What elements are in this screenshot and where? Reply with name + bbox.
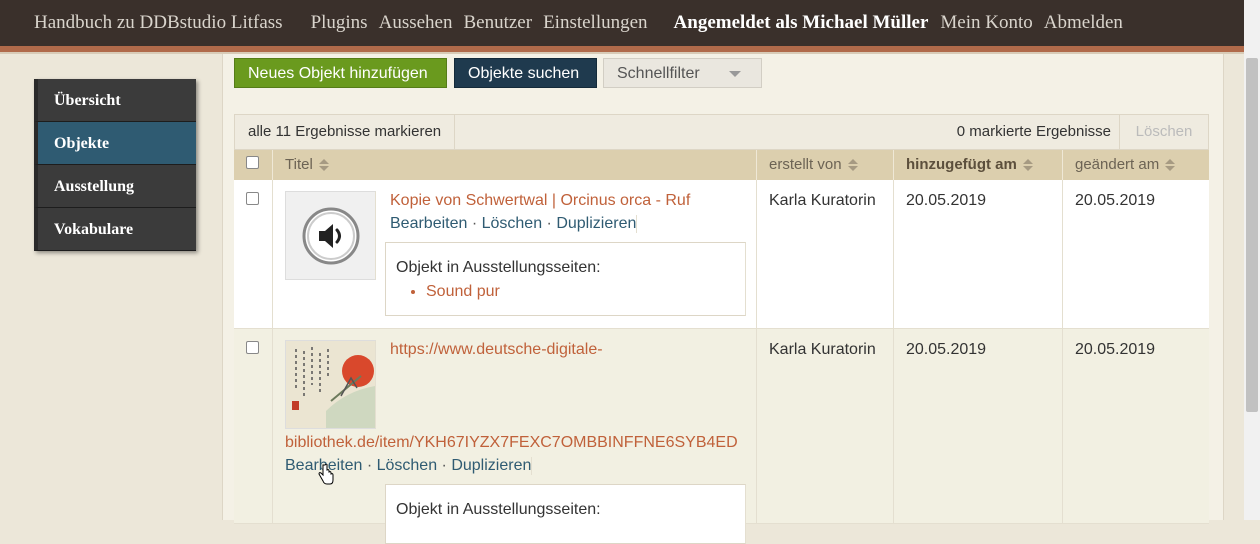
exhibit-pages-heading: Objekt in Ausstellungsseiten: (396, 501, 601, 518)
nav-settings[interactable]: Einstellungen (543, 12, 647, 34)
column-title[interactable]: Titel (273, 150, 757, 180)
chevron-down-icon (729, 71, 741, 77)
column-changed-label: geändert am (1075, 156, 1160, 173)
delete-link[interactable]: Löschen (482, 215, 543, 232)
my-account-link[interactable]: Mein Konto (940, 12, 1032, 34)
column-changed[interactable]: geändert am (1063, 150, 1209, 180)
column-added[interactable]: hinzugefügt am (894, 150, 1063, 180)
created-by-cell: Karla Kuratorin (757, 180, 894, 328)
audio-thumbnail[interactable] (285, 191, 376, 280)
row-checkbox-cell (234, 329, 273, 523)
object-title-link-line2[interactable]: bibliothek.de/item/YKH67IYZX7FEXC7OMBBIN… (285, 434, 738, 452)
quick-filter-label: Schnellfilter (617, 65, 700, 82)
exhibit-page-link[interactable]: Sound pur (426, 283, 735, 301)
table-header: Titel erstellt von hinzugefügt am geände… (234, 150, 1209, 180)
delete-link[interactable]: Löschen (377, 457, 438, 474)
object-title-link[interactable]: Kopie von Schwertwal | Orcinus orca - Ru… (390, 192, 690, 210)
batch-delete-button[interactable]: Löschen (1119, 115, 1208, 149)
account-nav: Mein Konto Abmelden (940, 12, 1123, 34)
column-created-by-label: erstellt von (769, 156, 842, 173)
sidebar: Übersicht Objekte Ausstellung Vokabulare (34, 79, 196, 251)
add-object-button[interactable]: Neues Objekt hinzufügen (234, 58, 447, 88)
exhibit-pages-box: Objekt in Ausstellungsseiten: (385, 484, 746, 544)
changed-date-cell: 20.05.2019 (1075, 341, 1156, 358)
column-added-label: hinzugefügt am (906, 156, 1017, 173)
created-by-cell: Karla Kuratorin (757, 329, 894, 523)
row-checkbox-cell (234, 180, 273, 328)
row-checkbox[interactable] (246, 341, 259, 354)
artwork-image (286, 341, 375, 428)
sidebar-item-objects[interactable]: Objekte (34, 122, 196, 165)
nav-users[interactable]: Benutzer (463, 12, 532, 34)
site-title[interactable]: Handbuch zu DDBstudio Litfass (34, 12, 283, 34)
nav-plugins[interactable]: Plugins (311, 12, 368, 34)
select-all-results-button[interactable]: alle 11 Ergebnisse markieren (235, 115, 456, 149)
batch-action-bar: alle 11 Ergebnisse markieren 0 markierte… (234, 114, 1209, 150)
exhibit-pages-box: Objekt in Ausstellungsseiten: Sound pur (385, 242, 746, 316)
changed-date-cell: 20.05.2019 (1075, 192, 1156, 209)
logout-link[interactable]: Abmelden (1044, 12, 1123, 34)
top-bar: Handbuch zu DDBstudio Litfass Plugins Au… (0, 0, 1244, 46)
row-actions: Bearbeiten · Löschen · Duplizieren (390, 215, 638, 233)
admin-nav: Plugins Aussehen Benutzer Einstellungen (311, 12, 648, 34)
select-all-checkbox[interactable] (246, 156, 259, 169)
vertical-scrollbar[interactable] (1244, 0, 1260, 520)
header-checkbox-cell (234, 150, 273, 180)
added-date-cell: 20.05.2019 (894, 329, 1063, 523)
sidebar-item-vocabularies[interactable]: Vokabulare (34, 208, 196, 251)
search-objects-button[interactable]: Objekte suchen (454, 58, 597, 88)
sort-icon (1022, 158, 1033, 172)
selected-count: 0 markierte Ergebnisse (956, 123, 1111, 140)
row-checkbox[interactable] (246, 192, 259, 205)
nav-appearance[interactable]: Aussehen (379, 12, 453, 34)
edit-link[interactable]: Bearbeiten (390, 215, 467, 232)
exhibit-pages-list: Sound pur (396, 283, 735, 301)
duplicate-link[interactable]: Duplizieren (451, 457, 531, 474)
object-title-link-line1[interactable]: https://www.deutsche-digitale- (390, 341, 603, 359)
table-row: Karla Kuratorin 20.05.2019 20.05.2019 Ko… (234, 180, 1209, 329)
table-row: Karla Kuratorin 20.05.2019 20.05.2019 ht… (234, 329, 1209, 544)
quick-filter-dropdown[interactable]: Schnellfilter (603, 58, 762, 88)
column-created-by[interactable]: erstellt von (757, 150, 894, 180)
exhibit-pages-heading: Objekt in Ausstellungsseiten: (396, 259, 601, 276)
sort-icon (1165, 158, 1176, 172)
hand-cursor-icon (318, 464, 334, 485)
sort-icon (847, 158, 858, 172)
column-title-label: Titel (285, 156, 313, 173)
added-date-cell: 20.05.2019 (894, 180, 1063, 328)
sidebar-item-exhibition[interactable]: Ausstellung (34, 165, 196, 208)
duplicate-link[interactable]: Duplizieren (556, 215, 636, 232)
artwork-thumbnail[interactable] (285, 340, 376, 429)
sort-icon (318, 158, 329, 172)
logged-in-user: Angemeldet als Michael Müller (673, 12, 929, 33)
speaker-icon (302, 207, 359, 264)
scrollbar-thumb[interactable] (1246, 58, 1258, 412)
sidebar-item-overview[interactable]: Übersicht (34, 79, 196, 122)
objects-table: alle 11 Ergebnisse markieren 0 markierte… (234, 114, 1209, 544)
